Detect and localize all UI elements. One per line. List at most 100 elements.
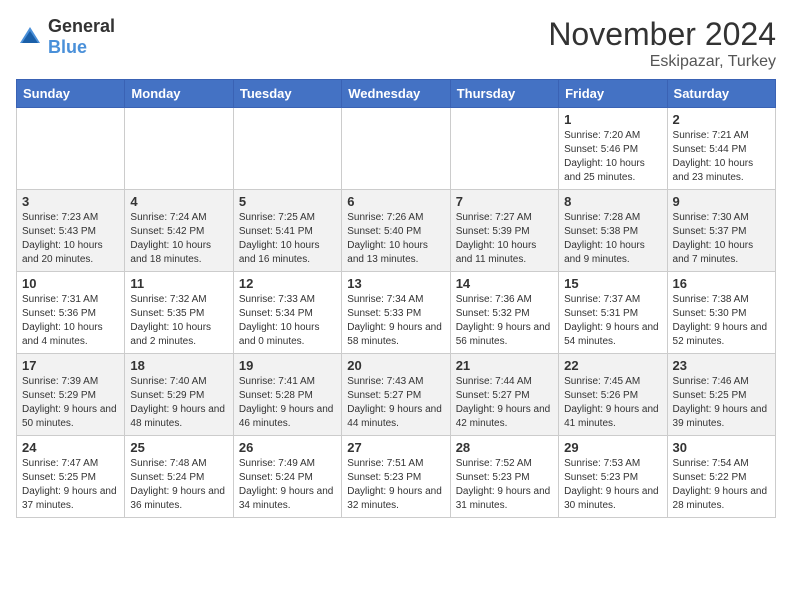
- day-number: 6: [347, 194, 444, 209]
- day-number: 22: [564, 358, 661, 373]
- day-info: Sunrise: 7:33 AM Sunset: 5:34 PM Dayligh…: [239, 293, 336, 349]
- weekday-header-monday: Monday: [125, 80, 233, 108]
- calendar-cell: 18 Sunrise: 7:40 AM Sunset: 5:29 PM Dayli…: [125, 354, 233, 436]
- calendar-cell: 4Sunrise: 7:24 AM Sunset: 5:42 PM Daylig…: [125, 190, 233, 272]
- logo: General Blue: [16, 16, 115, 58]
- day-info: Sunrise: 7:27 AM Sunset: 5:39 PM Dayligh…: [456, 211, 553, 267]
- day-info: Sunrise: 7:36 AM Sunset: 5:32 PM Dayligh…: [456, 293, 553, 349]
- day-number: 2: [673, 112, 770, 127]
- day-number: 12: [239, 276, 336, 291]
- day-info: Sunrise: 7:31 AM Sunset: 5:36 PM Dayligh…: [22, 293, 119, 349]
- day-number: 29: [564, 440, 661, 455]
- day-number: 14: [456, 276, 553, 291]
- day-number: 27: [347, 440, 444, 455]
- day-number: 1: [564, 112, 661, 127]
- day-info: Sunrise: 7:53 AM Sunset: 5:23 PM Dayligh…: [564, 457, 661, 513]
- calendar-cell: 1 Sunrise: 7:20 AM Sunset: 5:46 PM Daylig…: [559, 108, 667, 190]
- day-info: Sunrise: 7:28 AM Sunset: 5:38 PM Dayligh…: [564, 211, 661, 267]
- day-number: 21: [456, 358, 553, 373]
- day-number: 26: [239, 440, 336, 455]
- calendar-cell: 25 Sunrise: 7:48 AM Sunset: 5:24 PM Dayli…: [125, 436, 233, 518]
- day-number: 25: [130, 440, 227, 455]
- weekday-header-saturday: Saturday: [667, 80, 775, 108]
- day-info: Sunrise: 7:39 AM Sunset: 5:29 PM Dayligh…: [22, 375, 119, 431]
- day-number: 13: [347, 276, 444, 291]
- day-info: Sunrise: 7:24 AM Sunset: 5:42 PM Dayligh…: [130, 211, 227, 267]
- calendar-cell: [233, 108, 341, 190]
- day-info: Sunrise: 7:23 AM Sunset: 5:43 PM Dayligh…: [22, 211, 119, 267]
- day-number: 5: [239, 194, 336, 209]
- calendar-cell: 30 Sunrise: 7:54 AM Sunset: 5:22 PM Dayli…: [667, 436, 775, 518]
- logo-icon: [16, 23, 44, 51]
- calendar-cell: 8 Sunrise: 7:28 AM Sunset: 5:38 PM Daylig…: [559, 190, 667, 272]
- day-info: Sunrise: 7:40 AM Sunset: 5:29 PM Dayligh…: [130, 375, 227, 431]
- day-number: 15: [564, 276, 661, 291]
- day-number: 23: [673, 358, 770, 373]
- day-number: 3: [22, 194, 119, 209]
- calendar-cell: 12 Sunrise: 7:33 AM Sunset: 5:34 PM Dayli…: [233, 272, 341, 354]
- calendar-cell: 23 Sunrise: 7:46 AM Sunset: 5:25 PM Dayli…: [667, 354, 775, 436]
- day-info: Sunrise: 7:25 AM Sunset: 5:41 PM Dayligh…: [239, 211, 336, 267]
- location-title: Eskipazar, Turkey: [548, 53, 776, 71]
- calendar-cell: 26 Sunrise: 7:49 AM Sunset: 5:24 PM Dayli…: [233, 436, 341, 518]
- day-number: 19: [239, 358, 336, 373]
- title-area: November 2024 Eskipazar, Turkey: [548, 16, 776, 71]
- day-number: 20: [347, 358, 444, 373]
- logo-text-general: General: [48, 16, 115, 36]
- day-info: Sunrise: 7:48 AM Sunset: 5:24 PM Dayligh…: [130, 457, 227, 513]
- calendar-cell: [17, 108, 125, 190]
- day-number: 10: [22, 276, 119, 291]
- calendar-cell: 15 Sunrise: 7:37 AM Sunset: 5:31 PM Dayli…: [559, 272, 667, 354]
- calendar-cell: 16Sunrise: 7:38 AM Sunset: 5:30 PM Dayli…: [667, 272, 775, 354]
- calendar-cell: 13 Sunrise: 7:34 AM Sunset: 5:33 PM Dayli…: [342, 272, 450, 354]
- calendar-cell: 9Sunrise: 7:30 AM Sunset: 5:37 PM Daylig…: [667, 190, 775, 272]
- day-info: Sunrise: 7:32 AM Sunset: 5:35 PM Dayligh…: [130, 293, 227, 349]
- day-number: 18: [130, 358, 227, 373]
- calendar-cell: 3 Sunrise: 7:23 AM Sunset: 5:43 PM Daylig…: [17, 190, 125, 272]
- day-info: Sunrise: 7:44 AM Sunset: 5:27 PM Dayligh…: [456, 375, 553, 431]
- calendar-cell: 27 Sunrise: 7:51 AM Sunset: 5:23 PM Dayli…: [342, 436, 450, 518]
- day-info: Sunrise: 7:47 AM Sunset: 5:25 PM Dayligh…: [22, 457, 119, 513]
- calendar-cell: 14 Sunrise: 7:36 AM Sunset: 5:32 PM Dayli…: [450, 272, 558, 354]
- day-info: Sunrise: 7:38 AM Sunset: 5:30 PM Dayligh…: [673, 293, 770, 349]
- day-info: Sunrise: 7:54 AM Sunset: 5:22 PM Dayligh…: [673, 457, 770, 513]
- header-area: General Blue November 2024 Eskipazar, Tu…: [16, 16, 776, 71]
- day-info: Sunrise: 7:37 AM Sunset: 5:31 PM Dayligh…: [564, 293, 661, 349]
- calendar-cell: [342, 108, 450, 190]
- day-info: Sunrise: 7:49 AM Sunset: 5:24 PM Dayligh…: [239, 457, 336, 513]
- calendar-cell: 11 Sunrise: 7:32 AM Sunset: 5:35 PM Dayli…: [125, 272, 233, 354]
- calendar-cell: 10 Sunrise: 7:31 AM Sunset: 5:36 PM Dayli…: [17, 272, 125, 354]
- weekday-header-sunday: Sunday: [17, 80, 125, 108]
- weekday-header-wednesday: Wednesday: [342, 80, 450, 108]
- day-number: 8: [564, 194, 661, 209]
- calendar-cell: [125, 108, 233, 190]
- day-number: 24: [22, 440, 119, 455]
- day-info: Sunrise: 7:51 AM Sunset: 5:23 PM Dayligh…: [347, 457, 444, 513]
- day-info: Sunrise: 7:30 AM Sunset: 5:37 PM Dayligh…: [673, 211, 770, 267]
- weekday-header-friday: Friday: [559, 80, 667, 108]
- day-info: Sunrise: 7:43 AM Sunset: 5:27 PM Dayligh…: [347, 375, 444, 431]
- day-number: 11: [130, 276, 227, 291]
- calendar-cell: 22Sunrise: 7:45 AM Sunset: 5:26 PM Dayli…: [559, 354, 667, 436]
- calendar-cell: 20 Sunrise: 7:43 AM Sunset: 5:27 PM Dayli…: [342, 354, 450, 436]
- day-info: Sunrise: 7:21 AM Sunset: 5:44 PM Dayligh…: [673, 129, 770, 185]
- day-info: Sunrise: 7:34 AM Sunset: 5:33 PM Dayligh…: [347, 293, 444, 349]
- day-number: 30: [673, 440, 770, 455]
- day-info: Sunrise: 7:26 AM Sunset: 5:40 PM Dayligh…: [347, 211, 444, 267]
- day-number: 7: [456, 194, 553, 209]
- calendar-cell: 29 Sunrise: 7:53 AM Sunset: 5:23 PM Dayli…: [559, 436, 667, 518]
- calendar-table: SundayMondayTuesdayWednesdayThursdayFrid…: [16, 79, 776, 518]
- calendar-cell: 17 Sunrise: 7:39 AM Sunset: 5:29 PM Dayli…: [17, 354, 125, 436]
- calendar-cell: 2 Sunrise: 7:21 AM Sunset: 5:44 PM Daylig…: [667, 108, 775, 190]
- calendar-cell: 19 Sunrise: 7:41 AM Sunset: 5:28 PM Dayli…: [233, 354, 341, 436]
- calendar-cell: 7 Sunrise: 7:27 AM Sunset: 5:39 PM Daylig…: [450, 190, 558, 272]
- day-info: Sunrise: 7:52 AM Sunset: 5:23 PM Dayligh…: [456, 457, 553, 513]
- day-info: Sunrise: 7:46 AM Sunset: 5:25 PM Dayligh…: [673, 375, 770, 431]
- calendar-cell: 5 Sunrise: 7:25 AM Sunset: 5:41 PM Daylig…: [233, 190, 341, 272]
- calendar-cell: [450, 108, 558, 190]
- day-info: Sunrise: 7:20 AM Sunset: 5:46 PM Dayligh…: [564, 129, 661, 185]
- day-info: Sunrise: 7:41 AM Sunset: 5:28 PM Dayligh…: [239, 375, 336, 431]
- day-number: 17: [22, 358, 119, 373]
- calendar-cell: 28Sunrise: 7:52 AM Sunset: 5:23 PM Dayli…: [450, 436, 558, 518]
- weekday-header-thursday: Thursday: [450, 80, 558, 108]
